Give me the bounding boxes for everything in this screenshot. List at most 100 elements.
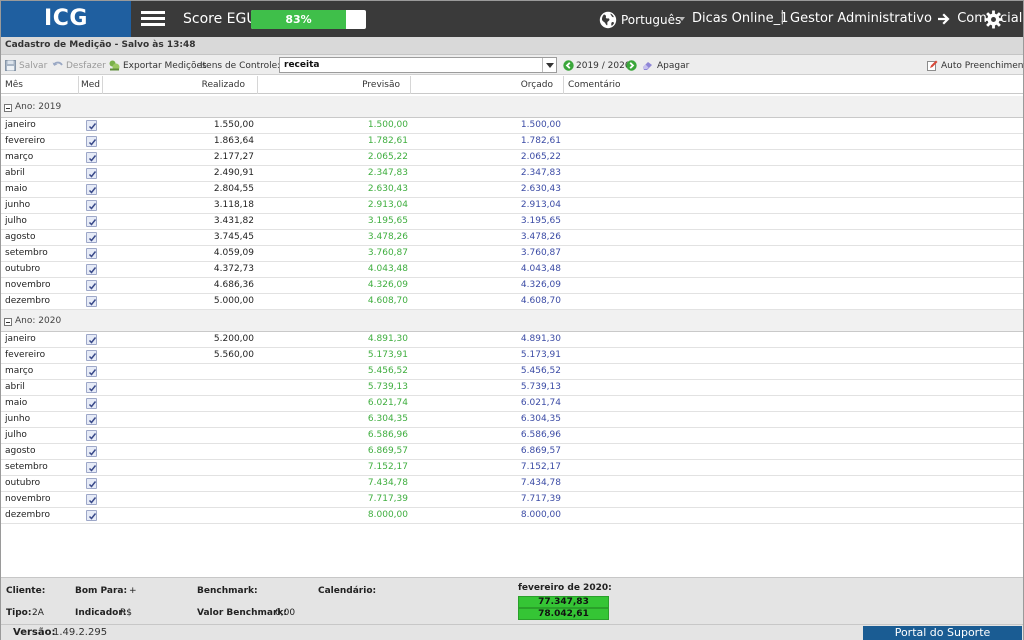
cell-orcado[interactable]: 2.913,04 [411, 198, 561, 214]
cell-previsao[interactable]: 2.630,43 [258, 182, 408, 198]
table-row[interactable]: novembro 7.717,39 7.717,39 [1, 492, 1023, 508]
cell-orcado[interactable]: 8.000,00 [411, 508, 561, 524]
column-header-mes[interactable]: Mês [1, 76, 79, 94]
measure-checkbox[interactable] [86, 478, 97, 489]
cell-previsao[interactable]: 5.173,91 [258, 348, 408, 364]
cell-realizado[interactable]: 1.550,00 [103, 118, 254, 134]
measure-checkbox[interactable] [86, 168, 97, 179]
cell-previsao[interactable]: 6.304,35 [258, 412, 408, 428]
table-row[interactable]: abril 2.490,91 2.347,83 2.347,83 [1, 166, 1023, 182]
cell-orcado[interactable]: 1.782,61 [411, 134, 561, 150]
cell-orcado[interactable]: 3.478,26 [411, 230, 561, 246]
measure-checkbox[interactable] [86, 462, 97, 473]
table-row[interactable]: novembro 4.686,36 4.326,09 4.326,09 [1, 278, 1023, 294]
cell-orcado[interactable]: 2.065,22 [411, 150, 561, 166]
cell-previsao[interactable]: 4.891,30 [258, 332, 408, 348]
cell-orcado[interactable]: 7.717,39 [411, 492, 561, 508]
cell-previsao[interactable]: 5.739,13 [258, 380, 408, 396]
table-row[interactable]: fevereiro 1.863,64 1.782,61 1.782,61 [1, 134, 1023, 150]
cell-orcado[interactable]: 4.608,70 [411, 294, 561, 310]
cell-previsao[interactable]: 3.760,87 [258, 246, 408, 262]
column-header-previsao[interactable]: Previsão [258, 76, 411, 94]
cell-previsao[interactable]: 7.152,17 [258, 460, 408, 476]
table-row[interactable]: março 2.177,27 2.065,22 2.065,22 [1, 150, 1023, 166]
cell-previsao[interactable]: 4.043,48 [258, 262, 408, 278]
cell-realizado[interactable]: 3.431,82 [103, 214, 254, 230]
cell-orcado[interactable]: 6.021,74 [411, 396, 561, 412]
measure-checkbox[interactable] [86, 136, 97, 147]
cell-realizado[interactable]: 1.863,64 [103, 134, 254, 150]
table-row[interactable]: abril 5.739,13 5.739,13 [1, 380, 1023, 396]
cell-realizado[interactable] [103, 444, 254, 460]
cell-orcado[interactable]: 1.500,00 [411, 118, 561, 134]
measure-checkbox[interactable] [86, 446, 97, 457]
cell-orcado[interactable]: 5.173,91 [411, 348, 561, 364]
cell-orcado[interactable]: 3.760,87 [411, 246, 561, 262]
cell-previsao[interactable]: 5.456,52 [258, 364, 408, 380]
table-row[interactable]: janeiro 5.200,00 4.891,30 4.891,30 [1, 332, 1023, 348]
table-row[interactable]: dezembro 8.000,00 8.000,00 [1, 508, 1023, 524]
cell-orcado[interactable]: 2.347,83 [411, 166, 561, 182]
table-row[interactable]: outubro 7.434,78 7.434,78 [1, 476, 1023, 492]
measure-checkbox[interactable] [86, 120, 97, 131]
column-header-realizado[interactable]: Realizado [103, 76, 258, 94]
cell-previsao[interactable]: 8.000,00 [258, 508, 408, 524]
export-measurements-button[interactable]: Exportar Medições [109, 59, 207, 72]
menu-icon[interactable] [141, 8, 167, 30]
cell-previsao[interactable]: 3.478,26 [258, 230, 408, 246]
cell-realizado[interactable]: 3.745,45 [103, 230, 254, 246]
undo-button[interactable]: Desfazer [52, 59, 106, 72]
cell-realizado[interactable] [103, 492, 254, 508]
cell-realizado[interactable]: 3.118,18 [103, 198, 254, 214]
cell-orcado[interactable]: 3.195,65 [411, 214, 561, 230]
cell-orcado[interactable]: 7.434,78 [411, 476, 561, 492]
auto-fill-button[interactable]: Auto Preenchimento [927, 59, 1024, 72]
column-header-orcado[interactable]: Orçado [411, 76, 564, 94]
cell-realizado[interactable] [103, 428, 254, 444]
cell-realizado[interactable] [103, 460, 254, 476]
measure-checkbox[interactable] [86, 510, 97, 521]
cell-realizado[interactable] [103, 364, 254, 380]
cell-previsao[interactable]: 7.434,78 [258, 476, 408, 492]
measure-checkbox[interactable] [86, 264, 97, 275]
cell-realizado[interactable] [103, 380, 254, 396]
control-items-select[interactable]: receita [279, 57, 557, 73]
table-row[interactable]: março 5.456,52 5.456,52 [1, 364, 1023, 380]
table-row[interactable]: dezembro 5.000,00 4.608,70 4.608,70 [1, 294, 1023, 310]
measure-checkbox[interactable] [86, 398, 97, 409]
table-row[interactable]: agosto 3.745,45 3.478,26 3.478,26 [1, 230, 1023, 246]
cell-realizado[interactable] [103, 396, 254, 412]
cell-orcado[interactable]: 5.739,13 [411, 380, 561, 396]
cell-realizado[interactable]: 4.059,09 [103, 246, 254, 262]
measure-checkbox[interactable] [86, 296, 97, 307]
measure-checkbox[interactable] [86, 152, 97, 163]
measure-checkbox[interactable] [86, 366, 97, 377]
table-row[interactable]: julho 6.586,96 6.586,96 [1, 428, 1023, 444]
cell-previsao[interactable]: 6.021,74 [258, 396, 408, 412]
column-header-comentario[interactable]: Comentário [564, 76, 1023, 94]
cell-orcado[interactable]: 4.326,09 [411, 278, 561, 294]
table-row[interactable]: setembro 4.059,09 3.760,87 3.760,87 [1, 246, 1023, 262]
company-name[interactable]: Dicas Online_1 [692, 11, 788, 26]
measure-checkbox[interactable] [86, 184, 97, 195]
cell-orcado[interactable]: 5.456,52 [411, 364, 561, 380]
measure-checkbox[interactable] [86, 414, 97, 425]
cell-realizado[interactable]: 2.804,55 [103, 182, 254, 198]
measure-checkbox[interactable] [86, 334, 97, 345]
measure-checkbox[interactable] [86, 350, 97, 361]
cell-orcado[interactable]: 2.630,43 [411, 182, 561, 198]
cell-orcado[interactable]: 4.891,30 [411, 332, 561, 348]
cell-realizado[interactable]: 5.200,00 [103, 332, 254, 348]
cell-realizado[interactable]: 5.000,00 [103, 294, 254, 310]
table-row[interactable]: maio 6.021,74 6.021,74 [1, 396, 1023, 412]
cell-realizado[interactable]: 5.560,00 [103, 348, 254, 364]
cell-realizado[interactable]: 4.686,36 [103, 278, 254, 294]
table-row[interactable]: fevereiro 5.560,00 5.173,91 5.173,91 [1, 348, 1023, 364]
cell-previsao[interactable]: 4.326,09 [258, 278, 408, 294]
cell-previsao[interactable]: 3.195,65 [258, 214, 408, 230]
delete-button[interactable]: Apagar [642, 59, 689, 72]
cell-previsao[interactable]: 7.717,39 [258, 492, 408, 508]
measure-checkbox[interactable] [86, 430, 97, 441]
cell-orcado[interactable]: 7.152,17 [411, 460, 561, 476]
cell-orcado[interactable]: 4.043,48 [411, 262, 561, 278]
